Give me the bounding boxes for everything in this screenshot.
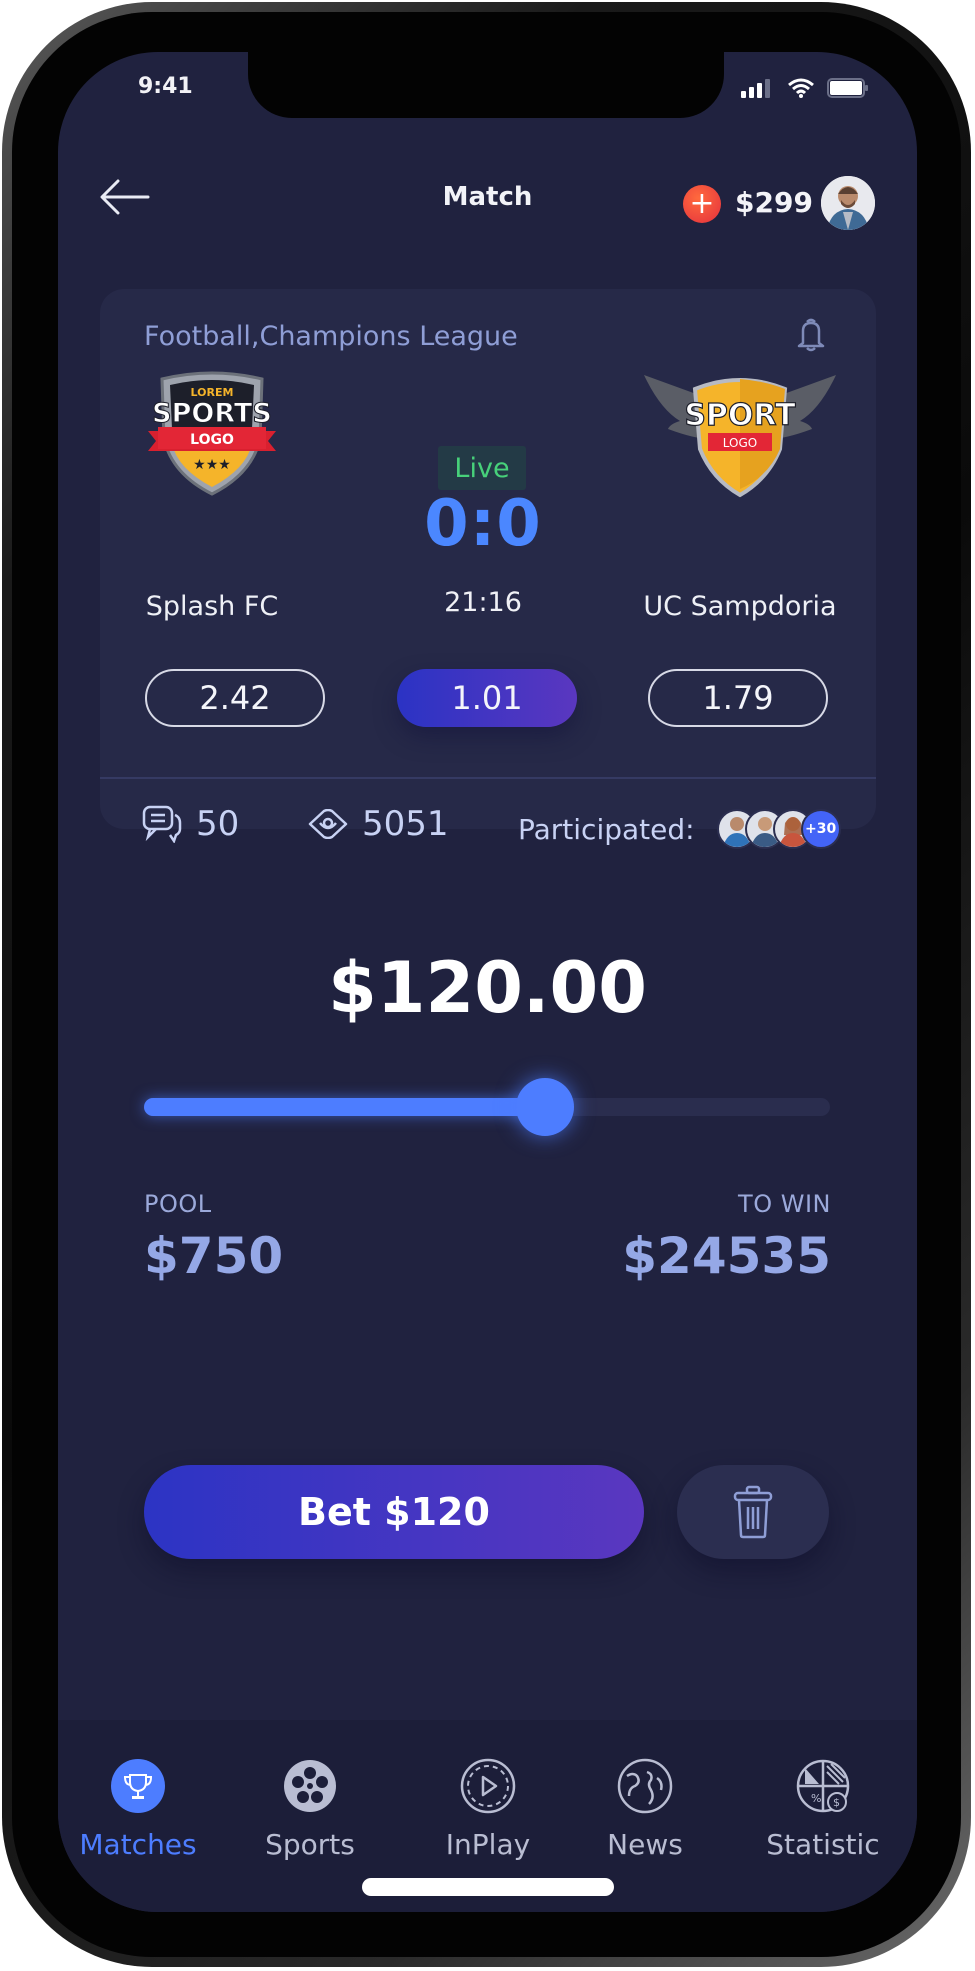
nav-label: Matches (79, 1828, 197, 1861)
participants[interactable]: Participated: +30 (518, 809, 841, 849)
slider-fill (144, 1098, 546, 1116)
comments-count: 50 (196, 804, 240, 844)
place-bet-button[interactable]: Bet $120 (144, 1465, 644, 1559)
chat-bubbles-icon (142, 805, 182, 843)
card-divider (100, 777, 876, 779)
live-badge: Live (438, 446, 526, 490)
nav-item-sports[interactable]: Sports (225, 1758, 395, 1861)
odds-home-button[interactable]: 2.42 (145, 669, 325, 727)
wifi-icon (788, 78, 814, 98)
to-win-label: TO WIN (738, 1190, 831, 1218)
status-icons (741, 78, 869, 98)
globe-icon (617, 1758, 673, 1814)
odds-away-button[interactable]: 1.79 (648, 669, 828, 727)
svg-text:$: $ (833, 1796, 840, 1809)
odds-draw-button[interactable]: 1.01 (397, 669, 577, 727)
pool-value: $750 (144, 1227, 284, 1285)
notch (248, 52, 724, 118)
nav-item-inplay[interactable]: InPlay (403, 1758, 573, 1861)
nav-label: Statistic (766, 1828, 880, 1861)
nav-item-news[interactable]: News (560, 1758, 730, 1861)
participant-avatars: +30 (716, 809, 841, 849)
add-funds-button[interactable]: + (683, 185, 721, 223)
trash-icon (733, 1485, 773, 1539)
match-card: Football,Champions League LOREM SPORTS L… (100, 289, 876, 849)
comments-stat[interactable]: 50 (142, 804, 239, 844)
nav-item-matches[interactable]: Matches (58, 1758, 223, 1861)
svg-text:LOGO: LOGO (190, 432, 234, 448)
nav-label: News (607, 1828, 683, 1861)
league-name: Football,Champions League (144, 321, 518, 352)
svg-text:SPORTS: SPORTS (152, 398, 272, 429)
bell-icon (797, 318, 825, 352)
bet-amount: $120.00 (328, 947, 647, 1029)
participants-more-badge: +30 (800, 809, 841, 849)
user-avatar[interactable] (821, 176, 875, 230)
plus-icon: + (689, 186, 715, 221)
score: 0:0 (424, 487, 542, 561)
cellular-signal-icon (741, 79, 770, 98)
away-team-logo: SPORT LOGO (640, 369, 840, 499)
eye-icon (308, 809, 348, 839)
balance: $299 (735, 186, 813, 219)
app-screen: 9:41 Match + $299 Football,Champions Lea… (58, 52, 917, 1912)
bet-amount-slider[interactable] (144, 1078, 830, 1136)
battery-icon (827, 78, 868, 98)
clear-bet-button[interactable] (677, 1465, 829, 1559)
home-team-logo: LOREM SPORTS LOGO ★★★ (142, 369, 282, 499)
views-count: 5051 (362, 804, 449, 844)
avatar-photo (821, 176, 875, 230)
pie-chart-icon: % $ (796, 1759, 850, 1813)
trophy-icon (111, 1759, 165, 1813)
nav-item-statistic[interactable]: % $ Statistic (738, 1758, 908, 1861)
svg-text:★★★: ★★★ (193, 457, 231, 473)
nav-label: Sports (265, 1828, 355, 1861)
svg-text:SPORT: SPORT (684, 398, 796, 433)
play-circle-icon (460, 1758, 516, 1814)
film-reel-icon (284, 1760, 336, 1812)
slider-thumb[interactable] (516, 1078, 575, 1136)
home-team-name: Splash FC (145, 591, 279, 622)
svg-text:%: % (811, 1792, 821, 1805)
notify-button[interactable] (796, 317, 826, 353)
bottom-nav: Matches Sports InPlay News % $ Statistic (58, 1720, 917, 1912)
status-time: 9:41 (138, 74, 193, 99)
views-stat: 5051 (308, 804, 449, 844)
away-team-name: UC Sampdoria (643, 591, 837, 622)
home-indicator[interactable] (362, 1878, 614, 1896)
svg-text:LOGO: LOGO (723, 436, 757, 450)
pool-label: POOL (144, 1190, 212, 1218)
nav-label: InPlay (445, 1828, 531, 1861)
to-win-value: $24535 (622, 1227, 831, 1285)
match-clock: 21:16 (444, 587, 522, 618)
participated-label: Participated: (518, 812, 695, 846)
